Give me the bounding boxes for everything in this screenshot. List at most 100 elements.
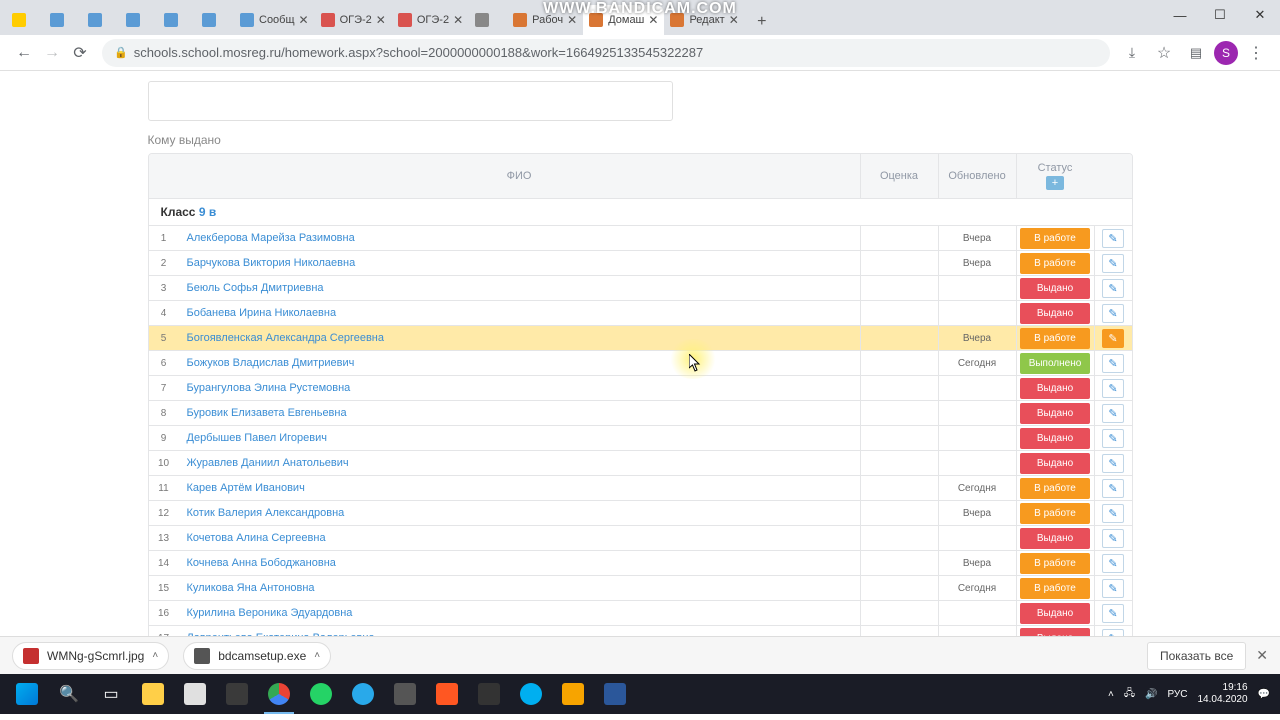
status-filter-icon[interactable]: + [1046,176,1064,190]
tab-close-icon[interactable]: ✕ [299,13,309,27]
tab-close-icon[interactable]: ✕ [453,13,463,27]
tray-volume-icon[interactable]: 🔊 [1145,689,1157,700]
taskbar-telegram[interactable] [342,674,384,714]
student-name-link[interactable]: Божуков Владислав Дмитриевич [179,351,860,375]
browser-tab[interactable] [469,5,507,35]
edit-button[interactable]: ✎ [1102,379,1124,398]
student-name-link[interactable]: Алекберова Марейза Разимовна [179,226,860,250]
browser-tab[interactable] [44,5,82,35]
nav-forward-button[interactable]: → [38,39,66,67]
tab-close-icon[interactable]: ✕ [648,13,658,27]
browser-tab[interactable]: Домаш✕ [583,5,664,35]
taskbar-app[interactable] [216,674,258,714]
tray-chevron-icon[interactable]: ˄ [1108,689,1114,700]
tray-network-icon[interactable]: 🖧 [1124,686,1135,703]
search-button[interactable]: 🔍 [48,674,90,714]
taskbar-word[interactable] [594,674,636,714]
tray-notifications-icon[interactable]: 💬 [1258,689,1270,700]
chevron-up-icon[interactable]: ˄ [152,650,158,661]
download-item[interactable]: WMNg-gScmrl.jpg˄ [12,642,169,670]
tab-close-icon[interactable]: ✕ [729,13,739,27]
taskbar-chrome[interactable] [258,674,300,714]
student-name-link[interactable]: Богоявленская Александра Сергеевна [179,326,860,350]
edit-button[interactable]: ✎ [1102,479,1124,498]
window-close[interactable]: ✕ [1240,0,1280,30]
edit-button[interactable]: ✎ [1102,404,1124,423]
downloads-close[interactable]: ✕ [1256,647,1268,664]
new-tab-button[interactable]: + [749,9,775,35]
student-name-link[interactable]: Дербышев Павел Игоревич [179,426,860,450]
browser-tab[interactable] [158,5,196,35]
tray-language[interactable]: РУС [1167,689,1187,700]
student-name-link[interactable]: Кочетова Алина Сергеевна [179,526,860,550]
browser-tab[interactable]: Сообщ✕ [234,5,315,35]
edit-button[interactable]: ✎ [1102,454,1124,473]
edit-button[interactable]: ✎ [1102,354,1124,373]
student-name-link[interactable]: Барчукова Виктория Николаевна [179,251,860,275]
profile-avatar[interactable]: S [1214,41,1238,65]
student-name-link[interactable]: Карев Артём Иванович [179,476,860,500]
edit-button[interactable]: ✎ [1102,229,1124,248]
taskbar-app[interactable] [384,674,426,714]
bookmark-icon[interactable]: ☆ [1150,39,1178,67]
taskbar-app[interactable] [426,674,468,714]
taskbar-app[interactable] [468,674,510,714]
address-bar[interactable]: 🔒 schools.school.mosreg.ru/homework.aspx… [102,39,1110,67]
edit-button[interactable]: ✎ [1102,604,1124,623]
edit-button[interactable]: ✎ [1102,254,1124,273]
student-name-link[interactable]: Журавлев Даниил Анатольевич [179,451,860,475]
downloads-icon[interactable]: ⤓ [1118,39,1146,67]
taskbar-explorer[interactable] [132,674,174,714]
tab-close-icon[interactable]: ✕ [567,13,577,27]
taskbar-skype[interactable] [510,674,552,714]
window-minimize[interactable]: — [1160,0,1200,30]
edit-button[interactable]: ✎ [1102,304,1124,323]
menu-button[interactable]: ⋮ [1242,39,1270,67]
downloads-show-all[interactable]: Показать все [1147,642,1246,670]
student-name-link[interactable]: Буровик Елизавета Евгеньевна [179,401,860,425]
taskbar-app[interactable] [174,674,216,714]
edit-button[interactable]: ✎ [1102,429,1124,448]
class-link[interactable]: 9 в [199,205,216,219]
browser-tab[interactable]: ОГЭ-2✕ [315,5,392,35]
window-maximize[interactable]: ☐ [1200,0,1240,30]
edit-button[interactable]: ✎ [1102,504,1124,523]
taskbar-app[interactable] [552,674,594,714]
student-name-link[interactable]: Котик Валерия Александровна [179,501,860,525]
task-view-button[interactable]: ▭ [90,674,132,714]
student-name-link[interactable]: Курилина Вероника Эдуардовна [179,601,860,625]
chevron-up-icon[interactable]: ˄ [314,650,320,661]
taskbar-whatsapp[interactable] [300,674,342,714]
browser-tab[interactable]: Рабоч✕ [507,5,583,35]
student-name-link[interactable]: Бурангулова Элина Рустемовна [179,376,860,400]
browser-tab[interactable]: Редакт✕ [664,5,744,35]
browser-tab[interactable]: ОГЭ-2✕ [392,5,469,35]
student-name-link[interactable]: Лаврентьева Екатерина Валерьевна [179,626,860,636]
edit-button[interactable]: ✎ [1102,579,1124,598]
browser-tab[interactable] [6,5,44,35]
student-name-link[interactable]: Беюль Софья Дмитриевна [179,276,860,300]
tab-close-icon[interactable]: ✕ [376,13,386,27]
student-name-link[interactable]: Бобанева Ирина Николаевна [179,301,860,325]
student-name-link[interactable]: Кочнева Анна Бободжановна [179,551,860,575]
browser-tab[interactable] [120,5,158,35]
edit-button[interactable]: ✎ [1102,279,1124,298]
nav-back-button[interactable]: ← [10,39,38,67]
page-viewport[interactable]: Кому выдано ФИО Оценка Обновлено Статус … [0,71,1280,636]
status-badge: Выдано [1020,303,1090,324]
download-item[interactable]: bdcamsetup.exe˄ [183,642,331,670]
student-name-link[interactable]: Куликова Яна Антоновна [179,576,860,600]
browser-tab[interactable] [82,5,120,35]
start-button[interactable] [6,674,48,714]
reader-icon[interactable]: ▤ [1182,39,1210,67]
tray-clock[interactable]: 19:16 14.04.2020 [1197,682,1247,706]
row-number: 13 [149,526,179,550]
edit-button[interactable]: ✎ [1102,329,1124,348]
browser-tab[interactable] [196,5,234,35]
edit-button[interactable]: ✎ [1102,529,1124,548]
edit-button[interactable]: ✎ [1102,629,1124,637]
grade-cell [860,451,938,475]
nav-reload-button[interactable]: ⟳ [66,39,94,67]
lock-icon: 🔒 [114,46,128,59]
edit-button[interactable]: ✎ [1102,554,1124,573]
